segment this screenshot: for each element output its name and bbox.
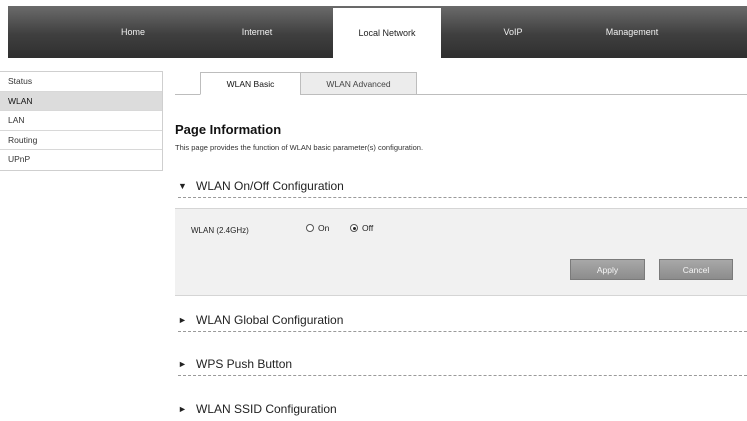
expand-arrow-icon: ► <box>178 359 187 369</box>
nav-management[interactable]: Management <box>582 6 682 58</box>
expand-arrow-icon: ► <box>178 404 187 414</box>
page-title: Page Information <box>175 122 282 137</box>
radio-on[interactable]: On <box>306 223 329 233</box>
sidebar: Status WLAN LAN Routing UPnP <box>0 71 163 171</box>
section-wlan-ssid[interactable]: ► WLAN SSID Configuration <box>178 399 747 421</box>
sidebar-item-upnp[interactable]: UPnP <box>0 150 162 170</box>
sidebar-item-wlan[interactable]: WLAN <box>0 91 162 112</box>
sidebar-item-routing[interactable]: Routing <box>0 130 162 151</box>
section-title: WPS Push Button <box>196 357 293 371</box>
radio-off[interactable]: Off <box>350 223 373 233</box>
tab-wlan-advanced[interactable]: WLAN Advanced <box>300 72 417 95</box>
sidebar-item-status[interactable]: Status <box>0 72 162 92</box>
nav-internet[interactable]: Internet <box>222 6 292 58</box>
radio-off-icon[interactable] <box>350 224 358 232</box>
tab-wlan-basic[interactable]: WLAN Basic <box>200 72 301 95</box>
radio-off-label: Off <box>362 223 374 233</box>
expand-arrow-icon: ► <box>178 315 187 325</box>
wlan-field-label: WLAN (2.4GHz) <box>191 226 249 235</box>
radio-on-label: On <box>318 223 330 233</box>
top-navigation: Home Internet Local Network VoIP Managem… <box>8 6 747 58</box>
page-description: This page provides the function of WLAN … <box>175 143 424 152</box>
nav-home[interactable]: Home <box>98 6 168 58</box>
section-wps[interactable]: ► WPS Push Button <box>178 354 747 376</box>
section-title: WLAN On/Off Configuration <box>196 179 344 193</box>
wlan-onoff-panel: WLAN (2.4GHz) On Off Apply Cancel <box>175 208 747 296</box>
nav-voip[interactable]: VoIP <box>483 6 543 58</box>
collapse-arrow-icon: ▼ <box>178 181 187 191</box>
cancel-button[interactable]: Cancel <box>659 259 733 280</box>
section-title: WLAN SSID Configuration <box>196 402 337 416</box>
sidebar-item-lan[interactable]: LAN <box>0 111 162 131</box>
nav-local-network[interactable]: Local Network <box>333 8 441 58</box>
radio-on-icon[interactable] <box>306 224 314 232</box>
apply-button[interactable]: Apply <box>570 259 645 280</box>
section-title: WLAN Global Configuration <box>196 313 344 327</box>
section-wlan-onoff[interactable]: ▼ WLAN On/Off Configuration <box>178 176 747 198</box>
section-wlan-global[interactable]: ► WLAN Global Configuration <box>178 310 747 332</box>
